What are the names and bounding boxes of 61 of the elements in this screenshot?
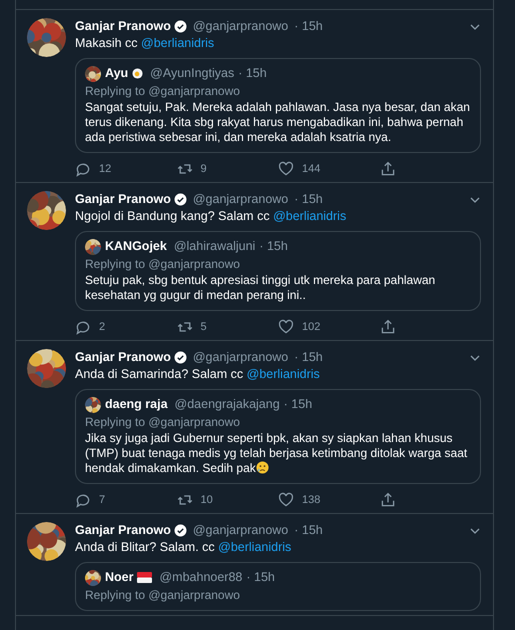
reply-count: 2 [99,320,106,335]
quoted-tweet[interactable]: KANGojek @lahirawaljuni · 15h Replying to @ganjarpranowo Setuju pak, sbg bentuk apresiasi tinggi utk mereka para pahlawan kesehatan yg gugur di medan perang ini.. [75,231,481,311]
quoted-tweet[interactable]: Noer @mbahnoer88 · 15h Replying to @ganjarpranowo [75,562,481,611]
quoted-author-handle: @daengrajakajang [174,396,280,414]
tweet-text: Anda di Samarinda? Salam cc @berlianidris [75,366,321,383]
quoted-author-handle: @lahirawaljuni [174,238,256,256]
quoted-author-name: KANGojek [105,238,167,256]
quoted-tweet[interactable] [75,389,481,484]
like-count: 144 [302,162,320,177]
like-icon[interactable] [278,492,294,508]
mention-link[interactable]: @berlianidris [246,367,320,381]
like-count: 138 [302,492,320,508]
like-icon[interactable] [278,161,294,177]
reply-icon[interactable] [75,492,91,508]
replying-to-text: Replying to @ganjarpranowo [85,414,241,430]
author-name[interactable]: Ganjar Pranowo [75,17,171,36]
author-name[interactable]: Ganjar Pranowo [75,348,171,367]
reply-icon[interactable] [75,161,91,177]
author-name[interactable]: Ganjar Pranowo [75,521,171,540]
author-handle[interactable]: @ganjarpranowo [192,190,288,209]
quoted-tweet-text: Sangat setuju, Pak. Mereka adalah pahlawan. Jasa nya besar, dan akan terus dikenang. Kita sbg rakyat harus mengabadikan ini, bahwa pernah ada peristiwa sebesar ini, dan mereka adalah ksatria nya. [85,100,471,145]
retweet-count: 9 [200,162,207,177]
replying-to-text: Replying to @ganjarpranowo [85,587,241,603]
share-icon[interactable] [380,161,396,177]
tweet-text: Ngojol di Bandung kang? Salam cc @berlianidris [75,208,348,225]
quoted-author-name: Ayu [105,65,128,82]
mention-link[interactable]: @berlianidris [273,209,346,223]
quoted-tweet[interactable] [75,58,481,153]
mention-link[interactable]: @berlianidris [141,36,214,50]
like-icon[interactable] [278,319,294,335]
share-icon[interactable] [380,492,396,508]
mention-link[interactable]: @berlianidris [218,540,292,554]
author-handle[interactable]: @ganjarpranowo [192,348,288,367]
reply-count: 7 [99,492,106,508]
quoted-tweet-text: Jika sy juga jadi Gubernur seperti bpk, akan sy siapkan lahan khusus (TMP) buat tenaga medis yg telah berjasa ketimbang ditolak warga saat hendak dimakamkan. Sedih pak [85,431,468,476]
share-icon[interactable] [380,319,396,335]
quoted-tweet-time: · 15h [259,238,288,256]
tweet-time[interactable]: · 15h [294,190,323,209]
retweet-count: 5 [200,320,207,335]
tweet-time[interactable]: · 15h [294,348,323,367]
tweet-time[interactable]: · 15h [294,521,323,540]
author-handle[interactable]: @ganjarpranowo [192,521,288,540]
like-count: 102 [302,320,320,335]
replying-to-text: Replying to @ganjarpranowo [85,83,241,99]
quoted-author-handle: @AyunIngtiyas [150,65,234,82]
author-handle[interactable]: @ganjarpranowo [192,17,288,36]
quoted-tweet-time: · 15h [238,65,267,82]
reply-icon[interactable] [75,319,91,335]
quoted-tweet-time: · 15h [284,396,312,414]
author-name[interactable]: Ganjar Pranowo [75,190,171,209]
replying-to-text: Replying to @ganjarpranowo [85,256,241,272]
reply-count: 12 [99,162,112,177]
tweet-text: Makasih cc @berlianidris [75,35,216,52]
quoted-tweet-time: · 15h [246,569,275,586]
quoted-tweet-text: Setuju pak, sbg bentuk apresiasi tinggi utk mereka para pahlawan kesehatan yg gugur di medan perang ini.. [85,273,436,303]
tweet-time[interactable]: · 15h [294,17,323,36]
quoted-author-name: Noer [105,569,134,586]
tweet-text: Anda di Blitar? Salam. cc @berlianidris [75,539,292,556]
quoted-author-name: daeng raja [105,396,168,414]
retweet-count: 10 [200,492,213,508]
quoted-author-handle: @mbahnoer88 [159,569,242,586]
